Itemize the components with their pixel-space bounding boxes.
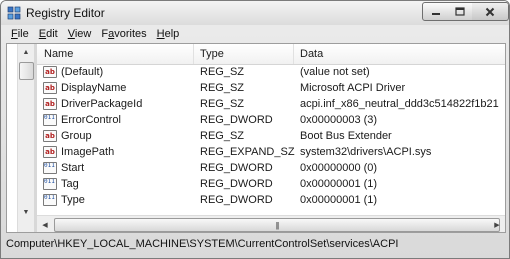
table-row[interactable]: ab ImagePath REG_EXPAND_SZ system32\drivers… (37, 145, 505, 160)
scroll-left-arrow-icon[interactable]: ◀ (37, 216, 53, 232)
scroll-up-arrow-icon[interactable]: ▲ (18, 44, 34, 60)
value-data: (value not set) (300, 66, 370, 78)
column-header-row: Name Type Data (37, 44, 505, 65)
menu-file[interactable]: File (6, 28, 34, 40)
close-icon (485, 7, 495, 16)
value-name: ImagePath (61, 146, 115, 158)
value-name: DisplayName (61, 82, 127, 94)
value-data: Boot Bus Extender (300, 130, 392, 142)
value-type: REG_DWORD (200, 178, 273, 190)
registry-editor-icon (7, 6, 21, 20)
string-value-icon: ab (43, 82, 57, 94)
value-type: REG_EXPAND_SZ (200, 146, 295, 158)
table-row[interactable]: ab DriverPackageId REG_SZ acpi.inf_x86_neut… (37, 97, 505, 112)
value-name: DriverPackageId (61, 98, 143, 110)
value-type: REG_DWORD (200, 162, 273, 174)
values-list: Name Type Data ab (Default) REG_SZ (value n… (37, 44, 505, 232)
table-row[interactable]: 011 110 Tag REG_DWORD 0x00000001 (1) (37, 177, 505, 192)
list-horizontal-scrollbar[interactable]: ◀ ||| ▶ (37, 215, 505, 232)
value-type: REG_SZ (200, 82, 245, 94)
value-type: REG_DWORD (200, 114, 273, 126)
table-row[interactable]: ab (Default) REG_SZ (value not set) (37, 65, 505, 80)
value-type: REG_SZ (200, 130, 245, 142)
menu-favorites[interactable]: Favorites (96, 28, 151, 40)
menu-help[interactable]: Help (152, 28, 185, 40)
scrollbar-thumb[interactable] (19, 62, 34, 80)
column-header-data[interactable]: Data (293, 44, 505, 64)
menu-bar: File Edit View Favorites Help (6, 25, 504, 42)
registry-editor-window: Registry Editor File Edit View Favorites… (0, 0, 510, 259)
column-header-name[interactable]: Name (37, 44, 194, 64)
value-type: REG_SZ (200, 66, 245, 78)
value-data: 0x00000001 (1) (300, 194, 378, 206)
value-name: Group (61, 130, 92, 142)
value-name: Type (61, 194, 85, 206)
binary-value-icon: 011 110 (43, 162, 57, 174)
value-data: system32\drivers\ACPI.sys (300, 146, 432, 158)
string-value-icon: ab (43, 98, 57, 110)
value-name: (Default) (61, 66, 104, 78)
key-tree-pane[interactable]: ▲ ▼ (7, 44, 37, 232)
table-row[interactable]: 011 110 Start REG_DWORD 0x00000000 (0) (37, 161, 505, 176)
menu-view[interactable]: View (63, 28, 97, 40)
minimize-icon (431, 12, 440, 15)
value-data: Microsoft ACPI Driver (300, 82, 406, 94)
table-row[interactable]: 011 110 Type REG_DWORD 0x00000001 (1) (37, 193, 505, 208)
close-button[interactable] (472, 2, 509, 21)
column-header-type[interactable]: Type (193, 44, 294, 64)
scroll-right-arrow-icon[interactable]: ▶ (489, 216, 505, 232)
tree-vertical-scrollbar[interactable]: ▲ ▼ (17, 44, 34, 232)
value-data: 0x00000000 (0) (300, 162, 378, 174)
binary-value-icon: 011 110 (43, 194, 57, 206)
value-name: Tag (61, 178, 79, 190)
value-name: Start (61, 162, 85, 174)
value-type: REG_DWORD (200, 194, 273, 206)
value-name: ErrorControl (61, 114, 121, 126)
status-bar-path: Computer\HKEY_LOCAL_MACHINE\SYSTEM\Curre… (6, 238, 399, 250)
table-row[interactable]: ab Group REG_SZ Boot Bus Extender (37, 129, 505, 144)
title-bar[interactable]: Registry Editor (1, 1, 509, 25)
minimize-button[interactable] (422, 2, 449, 21)
table-row[interactable]: 011 110 ErrorControl REG_DWORD 0x00000003 (… (37, 113, 505, 128)
value-type: REG_SZ (200, 98, 245, 110)
table-row[interactable]: ab DisplayName REG_SZ Microsoft ACPI Driver (37, 81, 505, 96)
string-value-icon: ab (43, 66, 57, 78)
value-data: acpi.inf_x86_neutral_ddd3c514822f1b21 (300, 98, 499, 110)
scroll-down-arrow-icon[interactable]: ▼ (18, 204, 34, 220)
binary-value-icon: 011 110 (43, 114, 57, 126)
string-value-icon: ab (43, 130, 57, 142)
value-data: 0x00000001 (1) (300, 178, 378, 190)
string-value-icon: ab (43, 146, 57, 158)
maximize-icon (454, 7, 465, 16)
binary-value-icon: 011 110 (43, 178, 57, 190)
maximize-button[interactable] (447, 2, 473, 21)
client-area: ▲ ▼ Name Type Data ab (Default) REG_SZ (val… (6, 43, 506, 233)
scrollbar-thumb[interactable]: ||| (54, 218, 500, 232)
window-title: Registry Editor (26, 6, 105, 20)
value-data: 0x00000003 (3) (300, 114, 378, 126)
menu-edit[interactable]: Edit (34, 28, 63, 40)
